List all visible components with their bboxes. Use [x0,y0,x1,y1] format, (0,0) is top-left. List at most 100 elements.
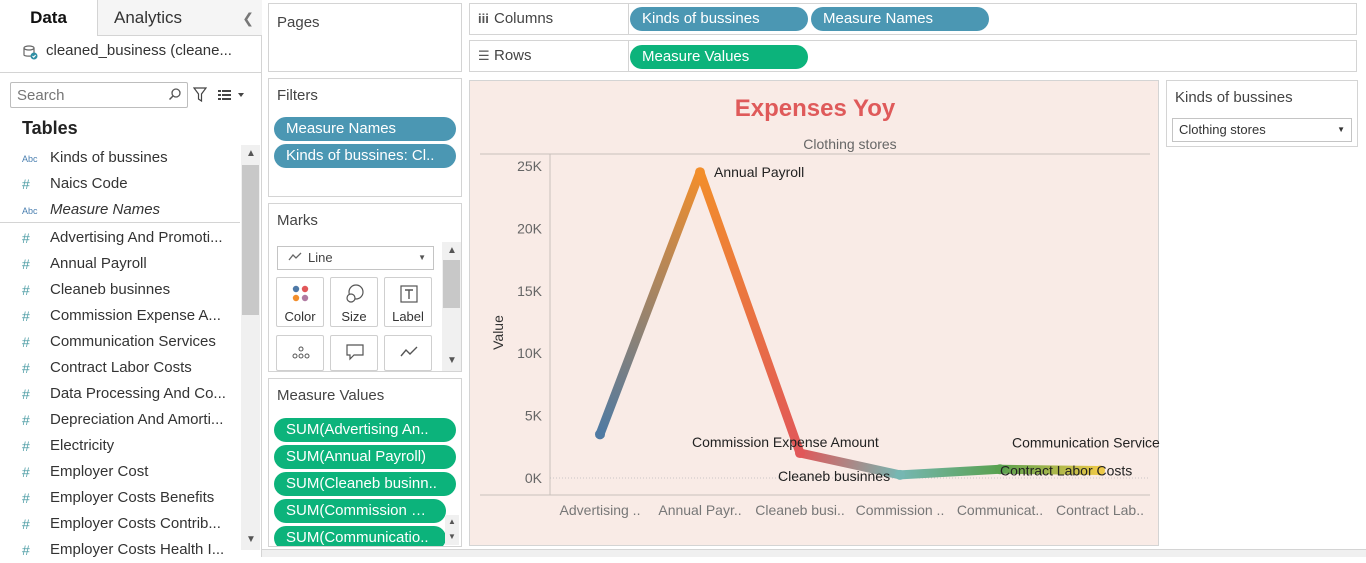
measure-number-icon: # [22,282,30,298]
pages-card[interactable]: Pages [268,3,462,72]
divider [628,41,629,71]
marks-card: Marks Line ▼ Color Size Label ▲ ▼ [268,203,462,372]
y-tick-label: 10K [517,345,543,361]
collapse-pane-icon[interactable]: ❮ [242,0,254,36]
scroll-thumb[interactable] [443,260,460,308]
dimension-string-icon: Abc [22,206,38,216]
field-item[interactable]: # Cleaneb businnes [0,277,238,303]
x-tick-label: Advertising .. [560,502,641,518]
x-tick-label: Communicat.. [957,502,1043,518]
line-mark-icon [288,252,302,261]
field-item[interactable]: # Annual Payroll [0,251,238,277]
scroll-up-icon[interactable]: ▲ [242,147,260,161]
field-item[interactable]: # Naics Code [0,171,238,197]
filter-icon[interactable] [193,87,207,103]
tab-analytics-label: Analytics [114,8,183,27]
columns-shelf[interactable]: iii Columns Kinds of bussines Measure Nam… [469,3,1357,35]
data-point[interactable] [595,429,605,440]
view-options-icon[interactable] [217,88,247,102]
filters-title: Filters [277,87,318,104]
y-tick-label: 25K [517,158,543,174]
field-item[interactable]: # Electricity [0,433,238,459]
chevron-down-icon: ▼ [1337,125,1345,134]
chevron-down-icon: ▼ [418,253,426,262]
field-label: Cleaneb businnes [50,281,171,298]
measure-pill[interactable]: SUM(Communicatio.. [274,526,446,546]
scroll-down-icon[interactable]: ▼ [443,354,461,368]
kinds-of-business-dropdown[interactable]: Clothing stores ▼ [1172,118,1352,142]
measure-values-title: Measure Values [277,387,385,404]
field-item[interactable]: # Employer Cost [0,459,238,485]
marks-scrollbar[interactable]: ▲ ▼ [442,242,461,371]
measure-pill[interactable]: SUM(Advertising An.. [274,418,456,442]
filter-pill-measure-names[interactable]: Measure Names [274,117,456,141]
scroll-up-icon[interactable]: ▲ [443,244,461,258]
field-item[interactable]: # Employer Costs Benefits [0,485,238,511]
measure-number-icon: # [22,542,30,558]
measure-number-icon: # [22,176,30,192]
filters-card[interactable]: Filters Measure Names Kinds of bussines:… [268,78,462,197]
field-item[interactable]: # Depreciation And Amorti... [0,407,238,433]
scroll-down-icon[interactable]: ▼ [443,530,461,544]
measure-pill[interactable]: SUM(Commission Ex.. [274,499,446,523]
tables-heading: Tables [22,118,78,138]
tab-analytics[interactable]: Analytics ❮ [98,0,262,36]
data-point[interactable] [695,167,705,178]
sheet-tabs-bar[interactable] [262,549,1366,557]
field-label: Communication Services [50,333,216,350]
filter-card-title: Kinds of bussines [1175,89,1293,106]
tab-data[interactable]: Data [0,0,98,36]
y-tick-label: 0K [525,470,543,486]
detail-button[interactable] [276,335,324,371]
measure-pill[interactable]: SUM(Cleaneb businn.. [274,472,456,496]
search-box[interactable] [10,82,188,108]
columns-pill-measure-names[interactable]: Measure Names [811,7,989,31]
data-label: Cleaneb businnes [778,468,890,484]
line-chart[interactable]: Clothing stores 0K 5K 10K 15K 20K 25K Value Adve… [470,81,1160,547]
path-button[interactable] [384,335,432,371]
search-input[interactable] [17,86,167,104]
measure-values-scrollbar[interactable]: ▲ ▼ [445,515,459,545]
search-icon[interactable] [167,87,183,103]
field-item[interactable]: Abc Measure Names [0,197,238,223]
marks-title: Marks [277,212,318,229]
rows-shelf[interactable]: ☰ Rows Measure Values [469,40,1357,72]
label-button[interactable]: Label [384,277,432,327]
scroll-up-icon[interactable]: ▲ [443,515,461,529]
mark-type-dropdown[interactable]: Line ▼ [277,246,434,270]
columns-pill-kinds-of-business[interactable]: Kinds of bussines [630,7,808,31]
measure-number-icon: # [22,308,30,324]
measure-number-icon: # [22,516,30,532]
field-list-scrollbar[interactable]: ▲ ▼ [241,145,260,550]
tooltip-button[interactable] [330,335,378,371]
viz-canvas[interactable]: Expenses Yoy Clothing stores 0K 5K 10K 15K 20… [469,80,1160,547]
size-button[interactable]: Size [330,277,378,327]
size-icon [346,284,364,303]
scroll-down-icon[interactable]: ▼ [242,533,260,547]
series-line-segment[interactable] [695,167,805,458]
field-item[interactable]: # Data Processing And Co... [0,381,238,407]
scroll-thumb[interactable] [242,165,259,315]
rows-icon: ☰ [478,48,490,63]
field-item[interactable]: # Commission Expense A... [0,303,238,329]
series-line-segment[interactable] [895,464,1005,480]
data-point[interactable] [895,469,905,480]
series-line-segment[interactable] [595,167,705,439]
field-item[interactable]: # Employer Costs Health I... [0,537,238,563]
filter-pill-kinds-of-business[interactable]: Kinds of bussines: Cl.. [274,144,456,168]
field-item[interactable]: Abc Kinds of bussines [0,145,238,171]
divider [0,72,262,73]
rows-pill-measure-values[interactable]: Measure Values [630,45,808,69]
field-item[interactable]: # Employer Costs Contrib... [0,511,238,537]
field-label: Employer Costs Health I... [50,541,225,558]
field-label: Annual Payroll [50,255,147,272]
field-item[interactable]: # Contract Labor Costs [0,355,238,381]
data-label: Annual Payroll [714,164,804,180]
color-button[interactable]: Color [276,277,324,327]
data-label: Contract Labor Costs [1000,463,1132,479]
kinds-of-business-filter-card: Kinds of bussines Clothing stores ▼ [1166,80,1358,147]
measure-pill[interactable]: SUM(Annual Payroll) [274,445,456,469]
field-item[interactable]: # Communication Services [0,329,238,355]
field-item[interactable]: # Advertising And Promoti... [0,225,238,251]
datasource-name: cleaned_business (cleane... [46,42,232,59]
